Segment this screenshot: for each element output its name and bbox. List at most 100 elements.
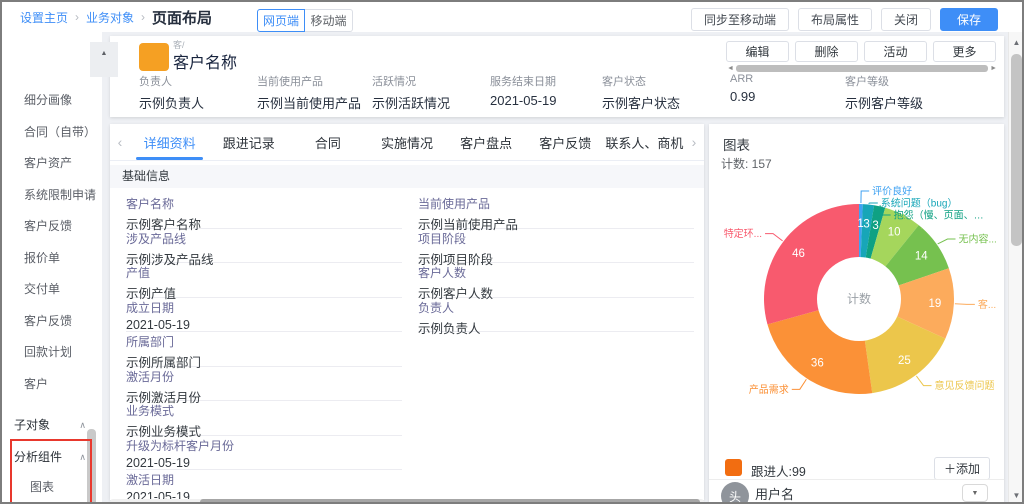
- slice-outer-label: 无内容...: [959, 233, 997, 246]
- delete-button[interactable]: 删除: [795, 41, 858, 62]
- tab-item[interactable]: 客户盘点: [447, 124, 526, 160]
- activity-button[interactable]: 活动: [864, 41, 927, 62]
- form-field: 成立日期2021-05-19: [126, 298, 402, 333]
- sync-to-mobile-button[interactable]: 同步至移动端: [691, 8, 789, 31]
- detail-field: 客户等级示例客户等级: [845, 73, 923, 112]
- field-label: 当前使用产品: [418, 194, 694, 212]
- scroll-right-icon[interactable]: ►: [990, 64, 997, 73]
- user-dropdown-button[interactable]: ▼: [962, 484, 988, 502]
- more-button[interactable]: 更多: [933, 41, 996, 62]
- sidebar-item[interactable]: 细分画像: [24, 90, 100, 110]
- record-action-buttons: 编辑删除活动更多: [726, 41, 996, 62]
- sidebar-item[interactable]: 客户反馈: [24, 311, 100, 331]
- slice-outer-label: 系统问题（bug）: [881, 197, 958, 210]
- form-field: 激活日期2021-05-19: [126, 470, 402, 500]
- page-scrollbar[interactable]: ▲ ▼: [1008, 32, 1024, 504]
- breadcrumb-separator-icon: ›: [141, 10, 145, 24]
- slice-value-label: 10: [888, 227, 901, 239]
- scroll-left-icon[interactable]: ◄: [727, 64, 734, 73]
- app-window: 设置主页 › 业务对象 › 页面布局 网页端 移动端 同步至移动端 布局属性 关…: [0, 0, 1024, 504]
- collapse-up-icon: ▲: [101, 50, 108, 57]
- detail-field: ARR0.99: [730, 73, 755, 104]
- detail-field: 当前使用产品示例当前使用产品: [257, 73, 361, 112]
- scroll-up-icon[interactable]: ▲: [1009, 38, 1024, 47]
- tabs-chevron-right-icon[interactable]: ›: [684, 124, 704, 160]
- sidebar-item[interactable]: 客户: [24, 374, 100, 394]
- sidebar-section-analysis[interactable]: 分析组件 ∧: [14, 446, 94, 468]
- field-value: 示例负责人: [418, 318, 694, 337]
- slice-outer-label: 客...: [978, 298, 996, 311]
- sidebar-item[interactable]: 合同（自带）: [24, 122, 100, 142]
- section-label: 子对象: [14, 418, 50, 432]
- slice-value-label: 46: [792, 248, 805, 260]
- slice-value-label: 36: [811, 358, 824, 370]
- hscrollbar-thumb[interactable]: [200, 499, 700, 504]
- field-label: 所属部门: [126, 332, 402, 350]
- sidebar-item[interactable]: 客户资产: [24, 153, 100, 173]
- sidebar-item[interactable]: 报价单: [24, 248, 100, 268]
- sidebar-item[interactable]: 交付单: [24, 279, 100, 299]
- form-field: 当前使用产品示例当前使用产品: [418, 194, 694, 229]
- header-actions: 同步至移动端 布局属性 关闭 保存: [691, 8, 998, 31]
- donut-chart: 133101419253646计数评价良好系统问题（bug）抱怨（慢、页面、…·…: [709, 179, 1004, 451]
- tab-item[interactable]: 实施情况: [367, 124, 446, 160]
- sidebar: 细分画像合同（自带）客户资产系统限制申请明细客户反馈报价单交付单客户反馈回款计划…: [2, 32, 102, 502]
- form-field: 客户人数示例客户人数: [418, 263, 694, 298]
- label-leader-line: [765, 234, 783, 241]
- save-button[interactable]: 保存: [940, 8, 998, 31]
- chart-panel: 图表 计数: 157 133101419253646计数评价良好系统问题（bug…: [709, 124, 1004, 504]
- tab-item[interactable]: 跟进记录: [209, 124, 288, 160]
- collapse-strip[interactable]: ▲: [90, 42, 118, 77]
- close-button[interactable]: 关闭: [881, 8, 931, 31]
- top-header: 设置主页 › 业务对象 › 页面布局 网页端 移动端 同步至移动端 布局属性 关…: [2, 2, 1022, 32]
- caret-up-icon: ∧: [79, 446, 86, 468]
- label-leader-line: [861, 191, 869, 203]
- breadcrumb-business-object[interactable]: 业务对象: [86, 9, 134, 26]
- sidebar-section-child-objects[interactable]: 子对象 ∧: [14, 414, 94, 436]
- breadcrumb-settings-home[interactable]: 设置主页: [20, 9, 68, 26]
- form-field: 产值示例产值: [126, 263, 402, 298]
- slice-value-label: 3: [863, 218, 869, 230]
- chart-title: 图表: [723, 134, 750, 154]
- breadcrumb: 设置主页 › 业务对象 › 页面布局: [20, 2, 212, 32]
- toggle-mobile-button[interactable]: 移动端: [305, 9, 353, 32]
- scroll-down-icon[interactable]: ▼: [1009, 491, 1024, 500]
- form-field: 业务模式示例业务模式: [126, 401, 402, 436]
- form-field: 涉及产品线示例涉及产品线: [126, 229, 402, 264]
- sidebar-item-chart[interactable]: 图表: [30, 477, 54, 497]
- sidebar-item[interactable]: 客户反馈: [24, 216, 100, 236]
- field-value: 示例客户等级: [845, 93, 923, 112]
- tab-item[interactable]: 联系人、商机: [605, 124, 684, 160]
- tabs-chevron-left-icon[interactable]: ‹: [110, 124, 130, 160]
- field-label: 客户名称: [126, 194, 402, 212]
- main-hscrollbar[interactable]: [110, 499, 704, 504]
- sidebar-item[interactable]: 系统限制申请明细: [24, 185, 96, 205]
- detail-header-card: 客/ 客户名称 负责人示例负责人当前使用产品示例当前使用产品活跃情况示例活跃情况…: [110, 36, 1004, 117]
- detail-card-hscrollbar[interactable]: ◄ ►: [727, 64, 997, 73]
- slice-outer-label: 产品需求: [749, 383, 789, 396]
- field-label: 升级为标杆客户月份: [126, 436, 402, 454]
- chart-count-label: 计数: 157: [721, 155, 772, 172]
- tab-item[interactable]: 合同: [288, 124, 367, 160]
- field-value: 2021-05-19: [126, 456, 402, 470]
- add-follower-button[interactable]: ＋添加: [934, 457, 990, 480]
- tabs-bar: ‹ 详细资料跟进记录合同实施情况客户盘点客户反馈联系人、商机 ›: [110, 124, 704, 161]
- sidebar-scrollbar-thumb[interactable]: [87, 429, 96, 504]
- field-label: 涉及产品线: [126, 229, 402, 247]
- user-avatar: 头: [721, 482, 749, 504]
- sidebar-item[interactable]: 回款计划: [24, 342, 100, 362]
- toggle-web-button[interactable]: 网页端: [257, 9, 305, 32]
- edit-button[interactable]: 编辑: [726, 41, 789, 62]
- label-leader-line: [955, 304, 975, 305]
- tab-active[interactable]: 详细资料: [130, 124, 209, 160]
- field-label: 业务模式: [126, 401, 402, 419]
- slice-outer-label: 抱怨（慢、页面、…: [894, 209, 984, 222]
- field-label: 服务结束日期: [490, 73, 557, 89]
- field-label: 活跃情况: [372, 73, 450, 89]
- hscrollbar-thumb[interactable]: [736, 65, 988, 72]
- form-field: 升级为标杆客户月份 2021-05-19: [126, 436, 402, 471]
- vscrollbar-thumb[interactable]: [1011, 54, 1022, 246]
- tab-item[interactable]: 客户反馈: [526, 124, 605, 160]
- layout-properties-button[interactable]: 布局属性: [798, 8, 872, 31]
- form-field: 客户名称示例客户名称: [126, 194, 402, 229]
